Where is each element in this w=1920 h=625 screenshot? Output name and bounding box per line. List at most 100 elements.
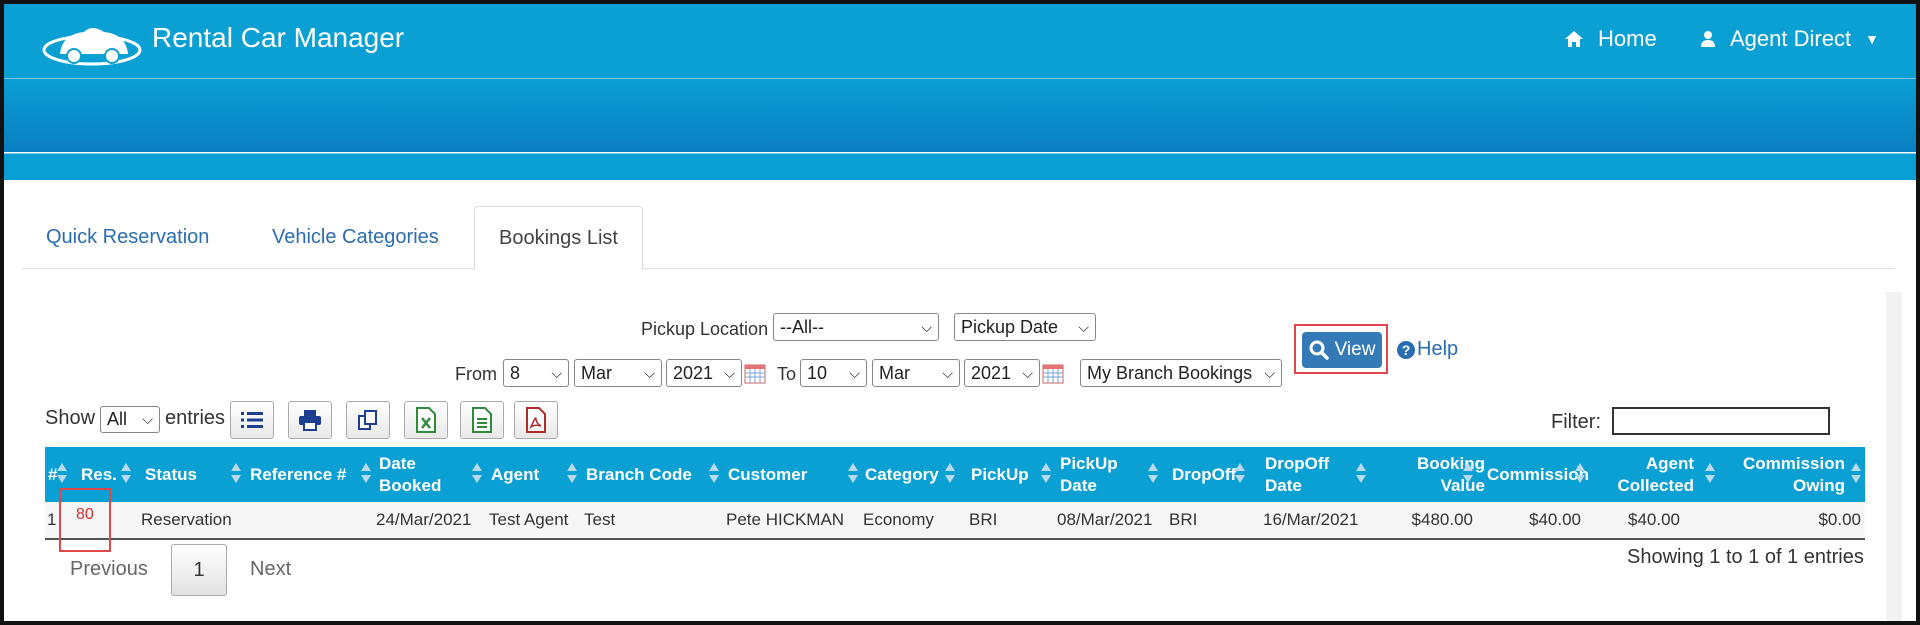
chevron-down-icon: ⌵	[724, 364, 735, 381]
chevron-down-icon: ⌵	[849, 364, 860, 381]
sort-icon[interactable]	[121, 461, 131, 487]
column-header[interactable]: Status	[145, 447, 197, 502]
sort-icon[interactable]	[472, 461, 482, 487]
sort-icon[interactable]	[1463, 461, 1473, 487]
cell-agent: Test Agent	[489, 510, 569, 529]
sort-icon[interactable]	[1851, 461, 1861, 487]
sort-icon[interactable]	[231, 461, 241, 487]
home-label: Home	[1598, 26, 1657, 51]
previous-page-button[interactable]: Previous	[70, 558, 148, 581]
from-day-select[interactable]: 8 ⌵	[503, 359, 569, 387]
to-month-select[interactable]: Mar ⌵	[872, 359, 960, 387]
sort-icon[interactable]	[1041, 461, 1051, 487]
cell-date-booked: 24/Mar/2021	[376, 510, 472, 529]
table-info: Showing 1 to 1 of 1 entries	[1627, 546, 1864, 568]
app-title[interactable]: Rental Car Manager	[152, 22, 404, 54]
from-label: From	[455, 364, 497, 384]
column-header[interactable]: Agent Collected	[1600, 447, 1694, 502]
header-banner-strip	[4, 153, 1916, 180]
chevron-down-icon: ⌵	[1022, 364, 1033, 381]
sort-icon[interactable]	[709, 461, 719, 487]
column-header[interactable]: Agent	[491, 447, 539, 502]
sort-icon[interactable]	[848, 461, 858, 487]
from-year-select[interactable]: 2021 ⌵	[666, 359, 742, 387]
column-header[interactable]: Category	[865, 447, 939, 502]
table-header: # Res. Status Reference # Date Booked Ag…	[45, 447, 1865, 502]
table-row[interactable]: 1 80 Reservation 24/Mar/2021 Test Agent …	[45, 502, 1865, 540]
sort-icon[interactable]	[1235, 461, 1245, 487]
next-page-button[interactable]: Next	[250, 558, 291, 581]
to-month-value: Mar	[879, 362, 910, 383]
sort-icon[interactable]	[1575, 461, 1585, 487]
search-icon	[1309, 340, 1329, 360]
sort-icon[interactable]	[945, 461, 955, 487]
sort-icon[interactable]	[567, 461, 577, 487]
column-list-button[interactable]	[230, 401, 274, 439]
branch-scope-value: My Branch Bookings	[1087, 362, 1253, 383]
view-button-label: View	[1334, 339, 1376, 360]
top-navbar: Rental Car Manager Home Agent Direct ▼	[4, 4, 1916, 79]
column-header[interactable]: DropOff Date	[1265, 447, 1345, 502]
copy-icon	[358, 410, 377, 430]
date-type-value: Pickup Date	[961, 316, 1059, 337]
sort-icon[interactable]	[1705, 461, 1715, 487]
to-day-value: 10	[807, 362, 828, 383]
filter-input[interactable]	[1612, 407, 1830, 435]
help-link[interactable]: ? Help	[1397, 338, 1458, 361]
column-header[interactable]: Customer	[728, 447, 807, 502]
column-header[interactable]: Commission Owing	[1735, 447, 1845, 502]
print-button[interactable]	[288, 401, 332, 439]
print-icon	[299, 410, 321, 431]
vertical-scrollbar[interactable]	[1886, 292, 1902, 621]
car-logo-icon	[42, 28, 142, 66]
calendar-icon[interactable]	[1042, 364, 1064, 384]
pickup-location-select[interactable]: --All-- ⌵	[773, 313, 939, 341]
cell-booking-value: $480.00	[1411, 510, 1473, 529]
column-header[interactable]: PickUp Date	[1060, 447, 1130, 502]
to-day-select[interactable]: 10 ⌵	[800, 359, 867, 387]
cell-branch-code: Test	[584, 510, 616, 529]
user-menu[interactable]: Agent Direct ▼	[1700, 26, 1879, 52]
res-cell-highlight	[59, 488, 111, 552]
cell-pickup: BRI	[969, 510, 998, 529]
tab-vehicle-categories[interactable]: Vehicle Categories	[248, 206, 463, 268]
column-header[interactable]: Date Booked	[379, 447, 459, 502]
help-label: Help	[1417, 338, 1459, 360]
filter-label: Filter:	[1551, 411, 1601, 433]
cell-dropoff-date: 16/Mar/2021	[1263, 510, 1359, 529]
column-header[interactable]: DropOff	[1172, 447, 1236, 502]
chevron-down-icon: ⌵	[1264, 364, 1275, 381]
question-circle-icon: ?	[1397, 340, 1415, 359]
cell-category: Economy	[863, 510, 934, 529]
from-month-select[interactable]: Mar ⌵	[574, 359, 662, 387]
to-year-value: 2021	[971, 362, 1012, 383]
column-header[interactable]: PickUp	[971, 447, 1029, 502]
export-csv-button[interactable]	[460, 401, 504, 439]
from-month-value: Mar	[581, 362, 612, 383]
date-type-select[interactable]: Pickup Date ⌵	[954, 313, 1096, 341]
tab-quick-reservation[interactable]: Quick Reservation	[22, 206, 233, 268]
export-pdf-button[interactable]	[514, 401, 558, 439]
column-header[interactable]: Commission	[1481, 447, 1589, 502]
sort-icon[interactable]	[1356, 461, 1366, 487]
branch-scope-select[interactable]: My Branch Bookings ⌵	[1080, 359, 1282, 387]
tab-bookings-list[interactable]: Bookings List	[474, 206, 643, 270]
to-year-select[interactable]: 2021 ⌵	[964, 359, 1040, 387]
column-header[interactable]: Branch Code	[586, 447, 692, 502]
page-1-button[interactable]: 1	[171, 544, 227, 596]
column-header[interactable]: Reference #	[250, 447, 346, 502]
sort-icon[interactable]	[1148, 461, 1158, 487]
excel-icon	[416, 407, 436, 433]
caret-down-icon: ▼	[1865, 31, 1879, 47]
pdf-icon	[526, 407, 546, 433]
page-length-select[interactable]: All ⌵	[100, 406, 160, 433]
from-day-value: 8	[510, 362, 521, 383]
sort-icon[interactable]	[57, 461, 67, 487]
calendar-icon[interactable]	[744, 364, 766, 384]
copy-button[interactable]	[346, 401, 390, 439]
home-nav-link[interactable]: Home	[1564, 26, 1657, 52]
user-icon	[1701, 31, 1715, 47]
sort-icon[interactable]	[361, 461, 371, 487]
view-button[interactable]: View	[1302, 332, 1382, 368]
export-excel-button[interactable]	[404, 401, 448, 439]
